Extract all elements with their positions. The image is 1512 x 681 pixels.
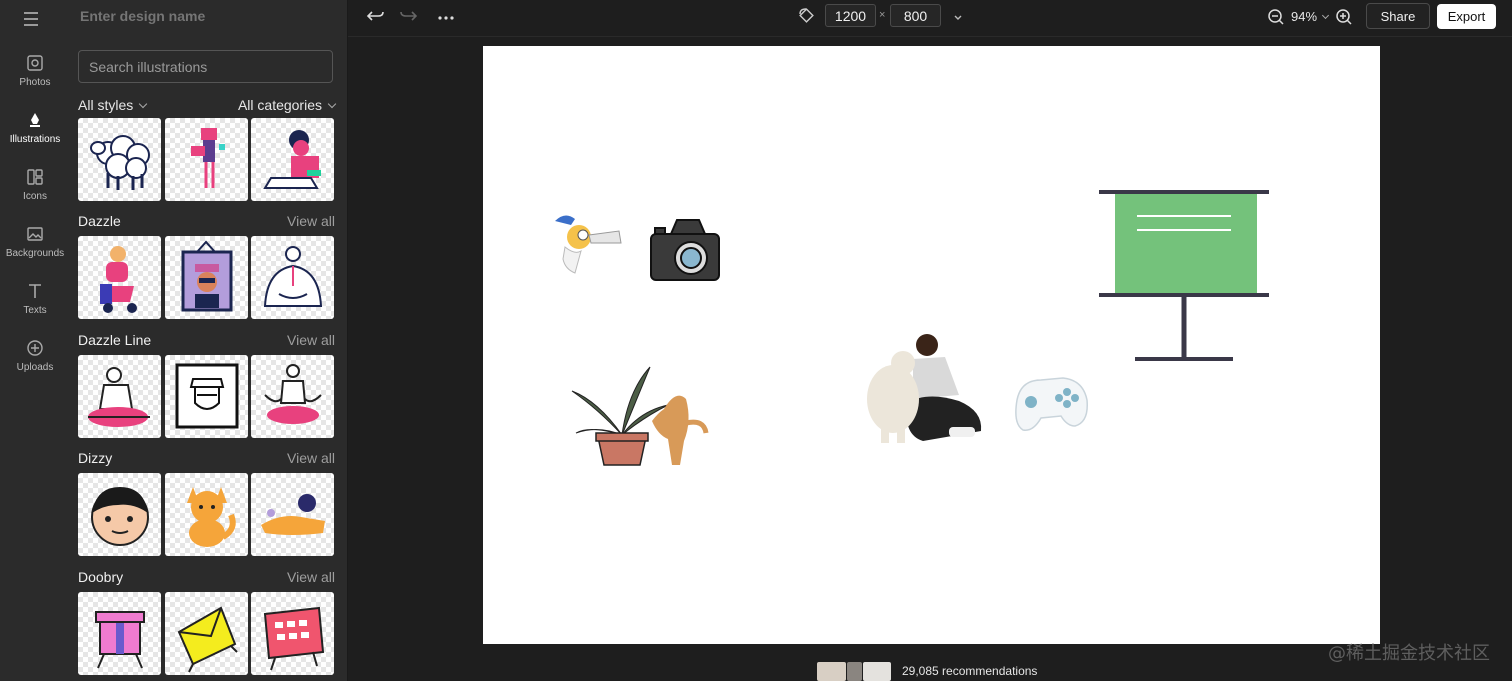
search-input[interactable] — [79, 51, 332, 82]
hamburger-menu-icon[interactable] — [24, 8, 46, 26]
share-button[interactable]: Share — [1366, 3, 1430, 29]
canvas-width-field[interactable] — [825, 4, 876, 27]
canvas-illustration-presentation-board[interactable] — [1097, 188, 1269, 363]
view-all-doobry-link[interactable]: View all — [287, 569, 335, 585]
chevron-down-icon — [327, 99, 337, 109]
sidebar-item-uploads[interactable]: Uploads — [0, 339, 70, 373]
section-title-dazzle-line: Dazzle Line — [78, 332, 152, 348]
zoom-out-icon[interactable] — [1266, 7, 1286, 27]
illustration-thumbnail-boy-face[interactable] — [78, 473, 161, 556]
illustration-thumbnail-lying-woman[interactable] — [251, 473, 334, 556]
size-presets-chevron-icon[interactable] — [948, 8, 968, 28]
section-title-doobry: Doobry — [78, 569, 124, 585]
view-all-dazzle-link[interactable]: View all — [287, 213, 335, 229]
sidebar-item-label: Icons — [23, 191, 47, 202]
illustration-thumbnail-sheep[interactable] — [78, 118, 161, 201]
redo-icon[interactable] — [398, 8, 418, 28]
canvas-height-field[interactable] — [890, 4, 941, 27]
photos-icon — [27, 55, 43, 71]
left-rail: Photos Illustrations Icons Backgrounds T… — [0, 0, 70, 681]
sidebar-item-texts[interactable]: Texts — [0, 282, 70, 316]
styles-filter-label: All styles — [78, 97, 134, 113]
illustration-thumbnail-meditating[interactable] — [251, 355, 334, 438]
canvas-width-input[interactable] — [826, 5, 875, 26]
sidebar-item-label: Texts — [23, 305, 47, 316]
uploads-icon — [27, 340, 43, 356]
icons-icon — [27, 169, 43, 185]
sidebar-item-icons[interactable]: Icons — [0, 168, 70, 202]
zoom-level-value: 94% — [1291, 9, 1318, 24]
chevron-down-icon — [1321, 11, 1330, 20]
sidebar-item-label: Uploads — [16, 362, 54, 373]
styles-filter-dropdown[interactable]: All styles — [78, 97, 148, 113]
illustration-thumbnail-framed-portrait[interactable] — [165, 236, 248, 319]
texts-icon — [29, 284, 41, 298]
sidebar-item-label: Backgrounds — [5, 248, 65, 259]
categories-filter-dropdown[interactable]: All categories — [237, 97, 337, 113]
sidebar-item-label: Photos — [19, 77, 51, 88]
view-all-dizzy-link[interactable]: View all — [287, 450, 335, 466]
top-toolbar: × 94% Share Export — [348, 0, 1512, 37]
undo-icon[interactable] — [366, 8, 386, 28]
illustration-thumbnail-gift-box[interactable] — [78, 592, 161, 675]
illustration-thumbnail-doctor[interactable] — [251, 236, 334, 319]
canvas-illustration-plant-and-dog[interactable] — [568, 361, 710, 469]
illustration-thumbnail-calendar[interactable] — [251, 592, 334, 675]
canvas-illustration-camera[interactable] — [649, 216, 721, 282]
recommendation-thumbnail[interactable] — [847, 662, 862, 681]
search-box[interactable] — [78, 50, 333, 83]
zoom-in-icon[interactable] — [1334, 7, 1354, 27]
illustration-thumbnail-cat[interactable] — [165, 473, 248, 556]
section-title-dizzy: Dizzy — [78, 450, 113, 466]
backgrounds-icon — [27, 227, 43, 241]
canvas-illustration-game-controller[interactable] — [1011, 366, 1089, 438]
export-button[interactable]: Export — [1437, 4, 1496, 29]
canvas-illustration-flying-character[interactable] — [551, 211, 625, 277]
illustrations-panel: All styles All categories Dazzle View al… — [70, 0, 348, 681]
categories-filter-label: All categories — [237, 97, 322, 113]
sidebar-item-photos[interactable]: Photos — [0, 54, 70, 88]
chevron-down-icon — [138, 99, 148, 109]
sidebar-item-illustrations[interactable]: Illustrations — [0, 111, 70, 145]
canvas-photo-man-with-dog[interactable] — [863, 331, 985, 445]
canvas-height-input[interactable] — [891, 5, 940, 26]
dimension-separator: × — [879, 9, 886, 21]
design-canvas[interactable] — [483, 46, 1380, 644]
recommendations-count[interactable]: 29,085 recommendations — [902, 664, 1037, 678]
zoom-level-dropdown[interactable]: 94% — [1291, 9, 1330, 24]
illustration-thumbnail-woman-laptop[interactable] — [251, 118, 334, 201]
view-all-dazzle-line-link[interactable]: View all — [287, 332, 335, 348]
illustration-thumbnail-sitting-person[interactable] — [78, 355, 161, 438]
illustration-thumbnail-framed-face[interactable] — [165, 355, 248, 438]
section-title-dazzle: Dazzle — [78, 213, 121, 229]
sidebar-item-backgrounds[interactable]: Backgrounds — [0, 225, 70, 259]
design-name-input[interactable] — [80, 8, 335, 24]
illustration-thumbnail-scooter-rider[interactable] — [78, 236, 161, 319]
recommendation-thumbnail[interactable] — [817, 662, 846, 681]
more-options-icon[interactable] — [436, 8, 456, 28]
sidebar-item-label: Illustrations — [9, 134, 61, 145]
watermark-text: @稀土掘金技术社区 — [1328, 643, 1490, 664]
rotate-canvas-icon[interactable] — [797, 6, 817, 26]
illustration-thumbnail-envelope[interactable] — [165, 592, 248, 675]
recommendation-thumbnail[interactable] — [863, 662, 891, 681]
illustration-thumbnail-robot-laptop[interactable] — [165, 118, 248, 201]
illustrations-icon — [30, 113, 40, 127]
